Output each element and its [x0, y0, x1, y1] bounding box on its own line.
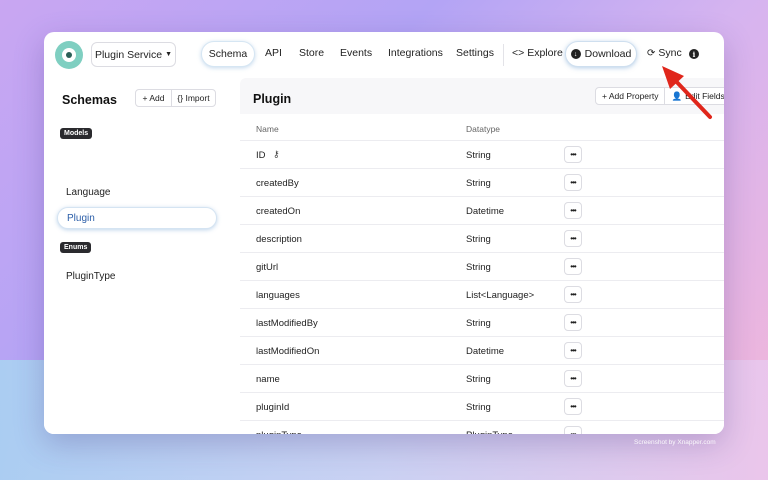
watermark: Screenshot by Xnapper.com: [634, 439, 716, 446]
annotation-arrow: [662, 66, 712, 119]
